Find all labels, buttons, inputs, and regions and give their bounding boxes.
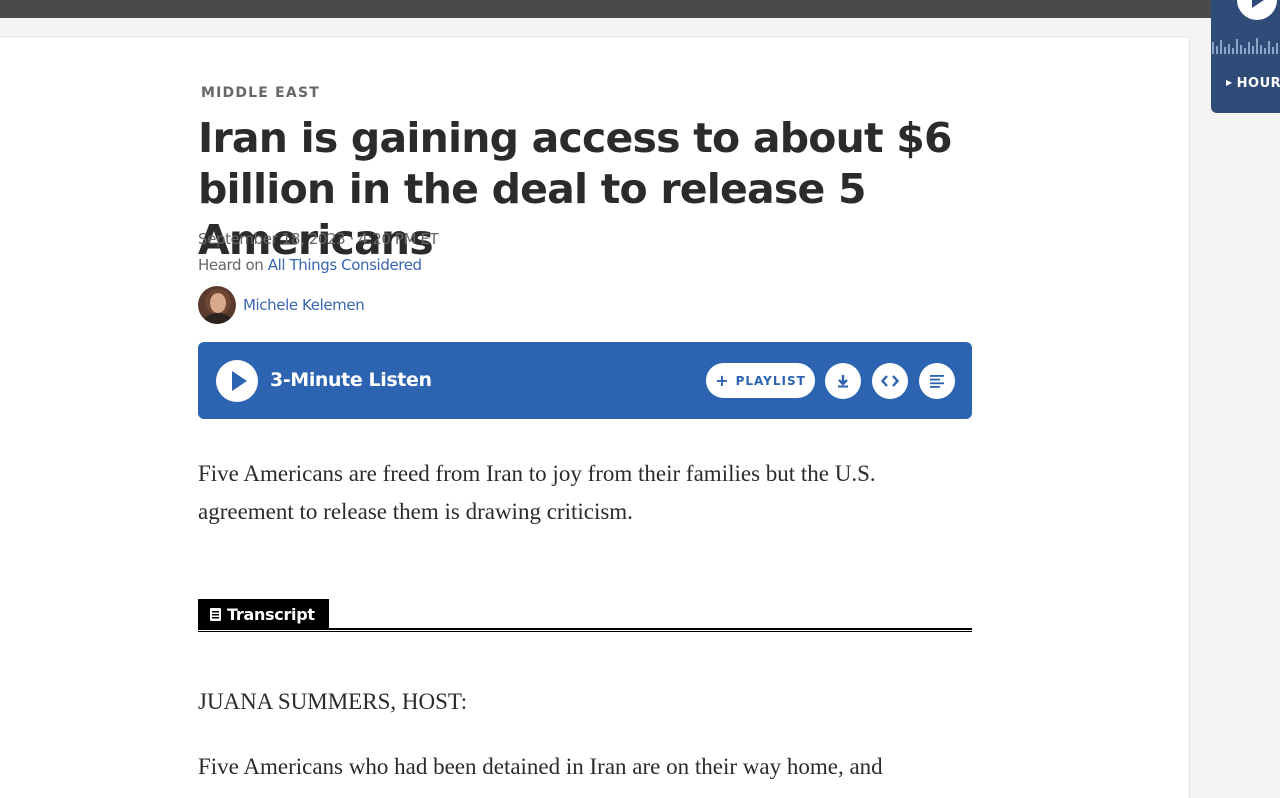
byline: Michele Kelemen — [198, 286, 365, 324]
program-link[interactable]: All Things Considered — [268, 256, 422, 274]
play-button[interactable] — [216, 360, 258, 402]
embed-button[interactable] — [872, 363, 908, 399]
live-radio-player[interactable]: ▶ HOUR — [1211, 0, 1280, 113]
add-to-playlist-button[interactable]: + PLAYLIST — [706, 363, 815, 398]
heard-on: Heard on All Things Considered — [198, 256, 422, 274]
transcript-paragraph: Five Americans who had been detained in … — [198, 754, 883, 779]
dateline-separator: · — [349, 230, 355, 248]
transcript-tab-label: Transcript — [227, 604, 315, 624]
author-link[interactable]: Michele Kelemen — [243, 296, 365, 314]
transcript-divider-thin — [198, 631, 972, 632]
transcript-speaker: JUANA SUMMERS, HOST: — [198, 689, 468, 714]
article-time: 4:20 PM ET — [358, 230, 439, 248]
text-lines-icon — [930, 375, 944, 388]
waveform-icon — [1212, 38, 1278, 54]
article-date: September 18, 2023 — [198, 230, 346, 248]
browser-top-bar — [0, 0, 1280, 18]
transcript-divider — [198, 628, 972, 630]
dateline: September 18, 2023 · 4:20 PM ET — [198, 230, 439, 248]
play-triangle-icon: ▶ — [1226, 78, 1233, 87]
audio-player: 3-Minute Listen + PLAYLIST — [198, 342, 972, 419]
plus-icon: + — [715, 371, 730, 390]
author-avatar[interactable] — [198, 286, 236, 324]
download-icon — [838, 375, 848, 388]
transcript-tab[interactable]: Transcript — [198, 599, 329, 629]
transcript-button[interactable] — [919, 363, 955, 399]
side-play-icon[interactable] — [1237, 0, 1277, 20]
heard-on-prefix: Heard on — [198, 256, 264, 274]
download-button[interactable] — [825, 363, 861, 399]
hour-label[interactable]: ▶ HOUR — [1226, 76, 1280, 91]
document-icon — [210, 607, 221, 621]
embed-icon — [881, 375, 899, 387]
section-label[interactable]: MIDDLE EAST — [201, 85, 320, 101]
article-teaser: Five Americans are freed from Iran to jo… — [198, 461, 876, 524]
listen-duration-label: 3-Minute Listen — [270, 369, 432, 391]
playlist-label: PLAYLIST — [735, 373, 806, 388]
